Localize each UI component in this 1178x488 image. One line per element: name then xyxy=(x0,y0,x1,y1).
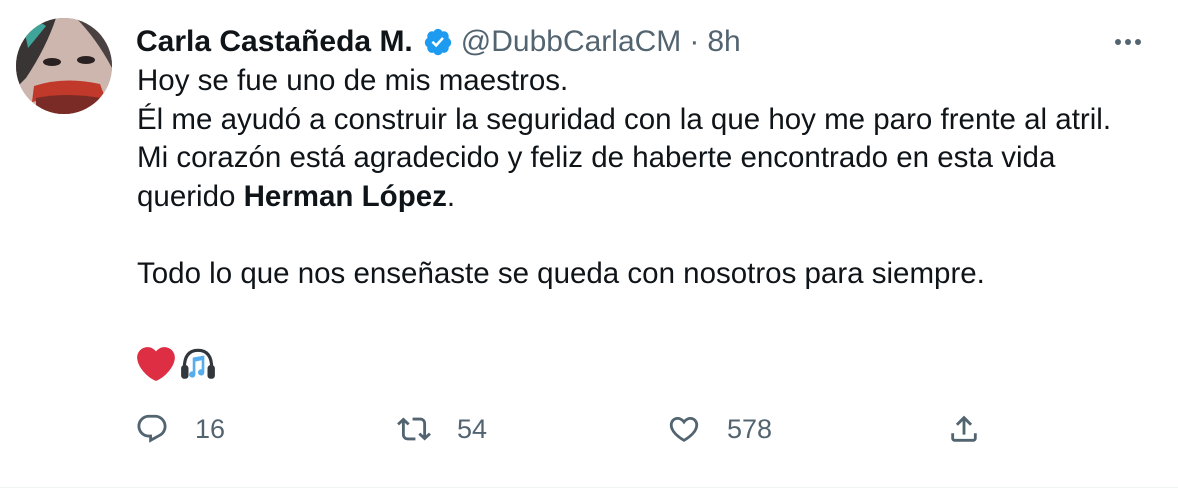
headphones-emoji-icon xyxy=(181,348,215,379)
tweet-line: Hoy se fue uno de mis maestros. xyxy=(137,64,569,97)
retweet-button[interactable]: 54 xyxy=(397,406,487,452)
retweet-icon xyxy=(397,417,431,441)
mentioned-name: Herman López xyxy=(243,179,447,213)
tweet-card: Carla Castañeda M. @DubbCarlaCM · 8h Hoy… xyxy=(0,0,1178,488)
tweet-line: Él me ayudó a construir la seguridad con… xyxy=(137,102,1112,136)
author-handle[interactable]: @DubbCarlaCM xyxy=(461,24,682,60)
tweet-header: Carla Castañeda M. @DubbCarlaCM · 8h xyxy=(136,24,741,60)
tweet-text-fragment: querido xyxy=(137,179,244,213)
avatar[interactable] xyxy=(16,18,112,114)
tweet-text: Hoy se fue uno de mis maestros. Él me ay… xyxy=(137,62,1137,293)
heart-icon xyxy=(669,416,699,442)
tweet-line: querido Herman López. xyxy=(137,178,1137,217)
retweet-count: 54 xyxy=(457,413,488,444)
tweet-line: Mi corazón está agradecido y feliz de ha… xyxy=(137,141,1056,174)
like-count: 578 xyxy=(727,413,773,444)
more-dot-icon xyxy=(1115,39,1121,45)
tweet-timestamp[interactable]: 8h xyxy=(707,24,740,60)
heart-emoji-icon xyxy=(137,347,175,381)
more-options-button[interactable] xyxy=(1108,26,1148,58)
separator-dot: · xyxy=(689,25,700,58)
tweet-actions: 16 54 578 xyxy=(135,406,995,452)
reply-count: 16 xyxy=(195,413,226,444)
verified-badge-icon xyxy=(423,27,453,57)
share-button[interactable] xyxy=(947,406,981,452)
reply-icon xyxy=(137,414,167,443)
reply-button[interactable]: 16 xyxy=(135,406,225,452)
author-name[interactable]: Carla Castañeda M. xyxy=(136,24,413,60)
tweet-line: Todo lo que nos enseñaste se queda con n… xyxy=(137,256,985,290)
tweet-text-fragment: . xyxy=(446,179,456,213)
more-dot-icon xyxy=(1125,39,1131,45)
share-icon xyxy=(951,415,977,442)
avatar-image xyxy=(16,18,112,114)
emoji-row xyxy=(137,345,217,383)
like-button[interactable]: 578 xyxy=(667,406,772,452)
more-dot-icon xyxy=(1135,39,1141,45)
